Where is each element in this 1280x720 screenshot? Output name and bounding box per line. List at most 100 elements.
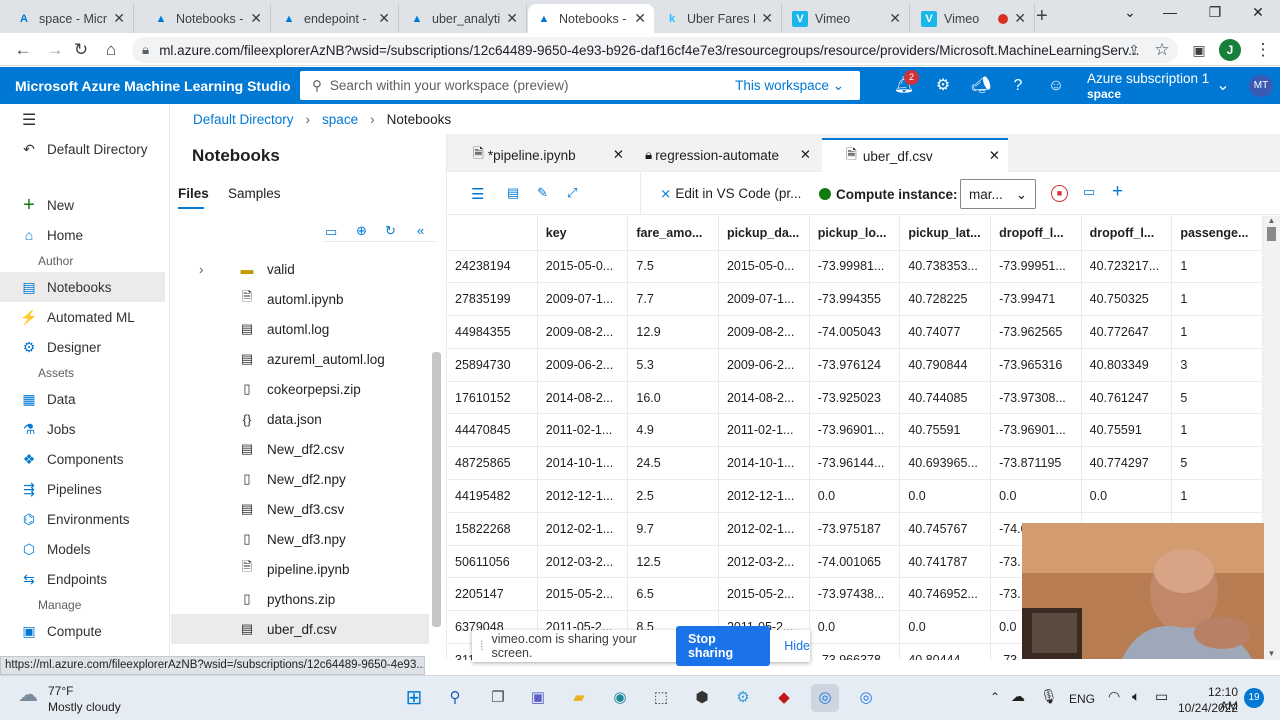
table-row[interactable]: 44195482 2012-12-1... 2.5 2012-12-1... 0.0 0.… — [447, 479, 1263, 513]
maximize-button[interactable]: ❐ — [1195, 4, 1235, 26]
start-icon[interactable]: ⊞ — [400, 684, 428, 712]
python-icon[interactable]: ⬢ — [688, 684, 716, 712]
editor-tab-regression[interactable]: 🔒︎ regression-automate ✕ — [637, 138, 817, 172]
file-item[interactable]: ▤ New_df3.csv — [171, 494, 429, 524]
file-item[interactable]: ▯ pythons.zip — [171, 584, 429, 614]
stop-sharing-button[interactable]: Stop sharing — [675, 626, 771, 666]
language-indicator[interactable]: ENG — [1069, 692, 1095, 706]
file-list-scrollbar[interactable] — [432, 352, 441, 627]
file-item[interactable]: 🗎 pipeline.ipynb — [171, 554, 429, 584]
expand-icon[interactable]: ⤢ — [567, 185, 577, 201]
table-row[interactable]: 27835199 2009-07-1... 7.7 2009-07-1... -73.9… — [447, 282, 1263, 317]
close-tab-icon[interactable]: ✕ — [250, 10, 262, 27]
edge-icon[interactable]: ◉ — [606, 684, 634, 712]
nav-item-environments[interactable]: ⌬ Environments — [0, 504, 165, 534]
column-header[interactable] — [447, 216, 538, 251]
settings-icon[interactable]: ⚙ — [729, 684, 757, 712]
save-icon[interactable]: ▤ — [507, 185, 519, 201]
file-item[interactable]: ▤ automl.log — [171, 314, 429, 344]
browser-tab[interactable]: ▲ Notebooks - ✕ — [528, 4, 654, 33]
wifi-icon[interactable]: ◠ — [1108, 688, 1120, 705]
file-item[interactable]: {} data.json — [171, 404, 429, 434]
share-icon[interactable]: ⇪ — [1123, 39, 1145, 61]
url-field[interactable]: 🔒︎ ml.azure.com/fileexplorerAzNB?wsid=/s… — [132, 37, 1178, 63]
clock-date[interactable]: 10/24/2022 — [1178, 701, 1238, 715]
microphone-icon[interactable]: 🎙︎ — [1040, 688, 1058, 705]
breadcrumb-workspace[interactable]: space — [322, 112, 358, 127]
nav-item-notebooks[interactable]: ▤ Notebooks — [0, 272, 165, 302]
announcement-icon[interactable]: 📣︎ — [970, 75, 992, 97]
close-tab-icon[interactable]: ✕ — [378, 10, 390, 27]
refresh-icon[interactable]: ↻ — [385, 223, 396, 239]
browser-tab[interactable]: Aspace - Micro ✕ — [8, 4, 134, 33]
new-tab-button[interactable]: + — [1036, 5, 1048, 28]
browser-tab[interactable]: ▲ endepoint - ✕ — [273, 4, 399, 33]
show-hidden-icons[interactable]: ⌃ — [990, 690, 1000, 704]
file-item[interactable]: ▤ New_df2.csv — [171, 434, 429, 464]
close-icon[interactable]: ✕ — [613, 147, 624, 163]
add-icon[interactable]: + — [1112, 181, 1123, 203]
browser-tab[interactable]: ▲ Notebooks - ✕ — [145, 4, 271, 33]
chrome-icon[interactable]: ◎ — [852, 684, 880, 712]
task-view-icon[interactable]: ❐ — [484, 684, 512, 712]
browser-tab[interactable]: k Uber Fares D ✕ — [656, 4, 782, 33]
close-tab-icon[interactable]: ✕ — [113, 10, 125, 27]
column-header[interactable]: pickup_lat... — [899, 216, 992, 251]
editor-tab-uber-df[interactable]: 🗎 uber_df.csv ✕ — [822, 138, 1008, 172]
column-header[interactable]: pickup_lo... — [809, 216, 901, 251]
photos-icon[interactable]: ⬚ — [647, 684, 675, 712]
profile-avatar[interactable]: J — [1219, 39, 1241, 61]
workspace-search[interactable]: ⚲ Search within your workspace (preview)… — [300, 71, 860, 100]
battery-icon[interactable]: ▭ — [1155, 688, 1168, 705]
minimize-button[interactable]: — — [1150, 4, 1190, 26]
tab-search-icon[interactable]: ⌄ — [1110, 4, 1150, 26]
close-tab-icon[interactable]: ✕ — [634, 10, 646, 27]
nav-item-automated-ml[interactable]: ⚡ Automated ML — [0, 302, 165, 332]
chevron-right-icon[interactable]: › — [199, 262, 204, 277]
close-window-button[interactable]: ✕ — [1238, 4, 1278, 26]
browser-tab[interactable]: V Vimeo ✕ — [784, 4, 910, 33]
teams-chat-icon[interactable]: ▣ — [524, 684, 552, 712]
file-item[interactable]: ▯ cokeorpepsi.zip — [171, 374, 429, 404]
close-icon[interactable]: ✕ — [989, 148, 1000, 164]
nav-item-designer[interactable]: ⚙ Designer — [0, 332, 165, 362]
file-item[interactable]: 🗎 automl.ipynb — [171, 284, 429, 314]
scroll-thumb[interactable] — [1267, 227, 1276, 241]
nav-item-components[interactable]: ❖ Components — [0, 444, 165, 474]
editor-tab-pipeline[interactable]: 🗎 *pipeline.ipynb ✕ — [465, 138, 630, 172]
column-header[interactable]: passenge... — [1171, 216, 1263, 251]
browser-tab[interactable]: ▲ uber_analytic ✕ — [401, 4, 527, 33]
column-header[interactable]: fare_amo... — [627, 216, 719, 251]
tab-samples[interactable]: Samples — [228, 186, 281, 201]
scroll-down-icon[interactable]: ▼ — [1263, 649, 1280, 658]
table-row[interactable]: 17610152 2014-08-2... 16.0 2014-08-2... -73.… — [447, 381, 1263, 415]
nav-item-compute[interactable]: ▣ Compute — [0, 616, 165, 646]
nav-item-home[interactable]: ⌂ Home — [0, 220, 165, 250]
column-header[interactable]: dropoff_l... — [990, 216, 1082, 251]
forward-icon[interactable]: → — [44, 39, 66, 61]
table-row[interactable]: 44984355 2009-08-2... 12.9 2009-08-2... -74.… — [447, 315, 1263, 349]
onedrive-icon[interactable]: ☁ — [1011, 688, 1025, 705]
notification-count-badge[interactable]: 19 — [1244, 688, 1264, 708]
sidebar-icon[interactable]: ▣ — [1188, 39, 1210, 61]
close-icon[interactable]: ✕ — [800, 147, 811, 163]
nav-item-pipelines[interactable]: ⇶ Pipelines — [0, 474, 165, 504]
column-header[interactable]: pickup_da... — [718, 216, 810, 251]
close-tab-icon[interactable]: ✕ — [506, 10, 518, 27]
scroll-up-icon[interactable]: ▲ — [1263, 216, 1280, 225]
nav-item-new[interactable]: + New — [0, 190, 165, 220]
edit-icon[interactable]: ✎ — [537, 185, 548, 201]
hide-button[interactable]: Hide — [784, 639, 810, 653]
back-icon[interactable]: ← — [12, 39, 34, 61]
compute-select[interactable]: mar... ⌄ — [960, 179, 1036, 209]
home-icon[interactable]: ⌂ — [100, 39, 122, 61]
file-explorer-icon[interactable]: ▰ — [565, 684, 593, 712]
chevron-down-icon[interactable]: ⌄ — [1212, 75, 1234, 97]
nav-item-data[interactable]: ▦ Data — [0, 384, 165, 414]
table-row[interactable]: 44470845 2011-02-1... 4.9 2011-02-1... -73.9… — [447, 413, 1263, 448]
tab-files[interactable]: Files — [178, 186, 209, 209]
chrome-profile-icon[interactable]: ◎ — [811, 684, 839, 712]
file-item[interactable]: ▯ New_df3.npy — [171, 524, 429, 554]
weather-icon[interactable]: ☁ — [18, 682, 38, 707]
search-icon[interactable]: ⚲ — [441, 684, 469, 712]
